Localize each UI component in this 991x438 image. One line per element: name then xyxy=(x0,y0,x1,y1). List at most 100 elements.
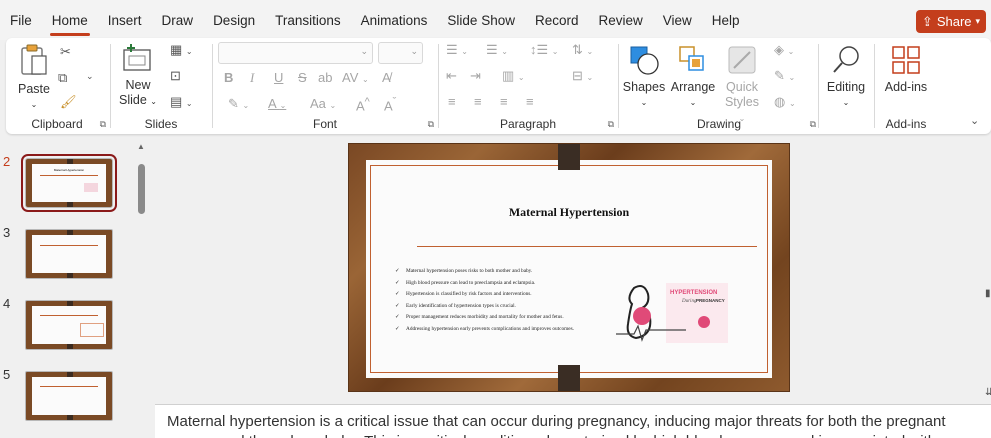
paste-label: Paste xyxy=(18,82,50,96)
chevron-down-icon: ⌄ xyxy=(410,46,418,56)
bullets-icon[interactable]: ☰ ⌄ xyxy=(446,42,468,58)
thumbnail-title: Maternal Hypertension xyxy=(53,168,85,172)
align-center-icon[interactable]: ≡ xyxy=(474,94,482,109)
menu-view[interactable]: View xyxy=(653,0,702,40)
numbering-icon[interactable]: ☰ ⌄ xyxy=(486,42,508,58)
paste-icon xyxy=(21,44,47,75)
align-left-icon[interactable]: ≡ xyxy=(448,94,456,109)
arrange-button[interactable]: Arrange ⌄ xyxy=(670,44,716,110)
menu-bar: File Home Insert Draw Design Transitions… xyxy=(0,0,991,40)
share-button[interactable]: ⇪ Share ▾ xyxy=(916,10,986,33)
strikethrough-button[interactable]: S xyxy=(298,70,307,85)
italic-button[interactable]: I xyxy=(250,70,254,86)
slide-editor: Maternal Hypertension Maternal hypertens… xyxy=(155,138,991,402)
separator xyxy=(212,44,213,128)
columns-icon[interactable]: ▥ ⌄ xyxy=(502,68,525,84)
underline-button[interactable]: U xyxy=(274,70,283,85)
slide-thumbnail-5[interactable] xyxy=(25,371,113,421)
shapes-button[interactable]: Shapes ⌄ xyxy=(622,44,666,110)
chevron-down-icon[interactable]: ⌄ xyxy=(86,71,94,82)
font-label: Font xyxy=(312,117,337,131)
add-ins-button[interactable]: Add-ins xyxy=(880,44,932,95)
cut-icon[interactable]: ✂ xyxy=(60,44,71,60)
thumbnail-number: 2 xyxy=(3,154,11,169)
bullet-item: Proper management reduces morbidity and … xyxy=(395,312,585,324)
menu-design[interactable]: Design xyxy=(203,0,265,40)
collapse-ribbon-icon[interactable]: ⌄ xyxy=(970,114,979,127)
decrease-indent-icon[interactable]: ⇤ xyxy=(446,68,457,84)
dialog-launcher-icon[interactable]: ⧉ xyxy=(428,119,434,130)
justify-icon[interactable]: ≡ xyxy=(526,94,534,109)
share-icon: ⇪ xyxy=(921,13,933,29)
dialog-launcher-icon[interactable]: ⧉ xyxy=(810,119,816,130)
highlight-icon[interactable]: ✎ ⌄ xyxy=(228,96,249,112)
editor-scroll-edge[interactable]: ▮ ⇊ xyxy=(985,288,991,398)
bullet-item: High blood pressure can lead to preeclam… xyxy=(395,278,585,290)
layout-icon[interactable]: ▦ ⌄ xyxy=(170,42,193,58)
slide-title[interactable]: Maternal Hypertension xyxy=(366,205,772,220)
text-direction-icon[interactable]: ⇅ ⌄ xyxy=(572,42,593,58)
menu-home[interactable]: Home xyxy=(42,0,98,40)
reset-icon[interactable]: ⊡ xyxy=(170,68,181,84)
bullet-item: Addressing hypertension early prevents c… xyxy=(395,324,585,336)
dialog-launcher-icon[interactable]: ⧉ xyxy=(608,119,614,130)
menu-slide-show[interactable]: Slide Show xyxy=(437,0,525,40)
shapes-label: Shapes xyxy=(622,80,666,94)
current-slide[interactable]: Maternal Hypertension Maternal hypertens… xyxy=(348,143,790,392)
section-icon[interactable]: ▤ ⌄ xyxy=(170,94,193,110)
shape-effects-icon[interactable]: ◍ ⌄ xyxy=(774,94,796,110)
copy-icon[interactable]: ⧉ xyxy=(58,70,67,86)
hypertension-pregnancy-image[interactable]: HYPERTENSION During PREGNANCY xyxy=(616,278,728,348)
dialog-launcher-icon[interactable]: ⧉ xyxy=(100,119,106,130)
separator xyxy=(618,44,619,128)
editing-button[interactable]: Editing ⌄ xyxy=(824,44,868,110)
paste-button[interactable]: Paste ⌄ xyxy=(14,44,54,112)
bold-button[interactable]: B xyxy=(224,70,233,85)
character-spacing-icon[interactable]: AV ⌄ xyxy=(342,70,369,85)
decrease-font-icon[interactable]: Aˇ xyxy=(384,96,396,113)
new-slide-button[interactable]: New Slide ⌄ xyxy=(118,44,158,109)
menu-insert[interactable]: Insert xyxy=(98,0,152,40)
menu-review[interactable]: Review xyxy=(589,0,653,40)
change-case-button[interactable]: Aa ⌄ xyxy=(310,96,336,111)
image-text-line3: PREGNANCY xyxy=(696,298,725,303)
font-name-combo[interactable]: ⌄ xyxy=(218,42,373,64)
increase-font-icon[interactable]: A^ xyxy=(356,96,370,113)
line-spacing-icon[interactable]: ↕☰ ⌄ xyxy=(530,42,558,58)
slide-thumbnail-3[interactable] xyxy=(25,229,113,279)
separator xyxy=(110,44,111,128)
format-painter-icon[interactable]: 🖌 xyxy=(60,94,77,110)
scrollbar-thumb[interactable] xyxy=(138,164,145,214)
slide-bullets[interactable]: Maternal hypertension poses risks to bot… xyxy=(395,266,585,335)
quick-styles-button[interactable]: Quick Styles ⌄ xyxy=(720,44,764,126)
menu-transitions[interactable]: Transitions xyxy=(265,0,351,40)
thumbnails-scrollbar[interactable]: ▲ xyxy=(137,142,147,438)
align-text-icon[interactable]: ⊟ ⌄ xyxy=(572,68,593,84)
slide-thumbnails-pane: 2 Maternal Hypertension 3 4 5 xyxy=(0,138,152,438)
menu-help[interactable]: Help xyxy=(702,0,750,40)
speaker-notes[interactable]: Maternal hypertension is a critical issu… xyxy=(155,404,991,438)
shape-fill-icon[interactable]: ◈ ⌄ xyxy=(774,42,794,58)
scroll-up-icon[interactable]: ▲ xyxy=(137,142,145,151)
image-text-line2: During xyxy=(681,299,697,304)
paragraph-label: Paragraph xyxy=(499,117,557,131)
shape-outline-icon[interactable]: ✎ ⌄ xyxy=(774,68,795,84)
slides-label: Slides xyxy=(144,117,178,131)
font-color-icon[interactable]: A ⌄ xyxy=(268,96,286,111)
font-size-combo[interactable]: ⌄ xyxy=(378,42,423,64)
menu-draw[interactable]: Draw xyxy=(152,0,204,40)
menu-file[interactable]: File xyxy=(0,0,42,40)
slide-thumbnail-2[interactable]: Maternal Hypertension xyxy=(21,154,117,212)
arrange-icon xyxy=(679,46,704,71)
new-slide-icon xyxy=(123,44,151,71)
clear-formatting-icon[interactable]: A̸ xyxy=(382,70,391,85)
menu-record[interactable]: Record xyxy=(525,0,589,40)
separator xyxy=(818,44,819,128)
shadow-icon[interactable]: ab xyxy=(318,70,332,85)
align-right-icon[interactable]: ≡ xyxy=(500,94,508,109)
increase-indent-icon[interactable]: ⇥ xyxy=(470,68,481,84)
slide-thumbnail-4[interactable] xyxy=(25,300,113,350)
slide-paper: Maternal Hypertension Maternal hypertens… xyxy=(366,160,772,378)
menu-animations[interactable]: Animations xyxy=(351,0,438,40)
clipboard-label: Clipboard xyxy=(31,117,83,131)
